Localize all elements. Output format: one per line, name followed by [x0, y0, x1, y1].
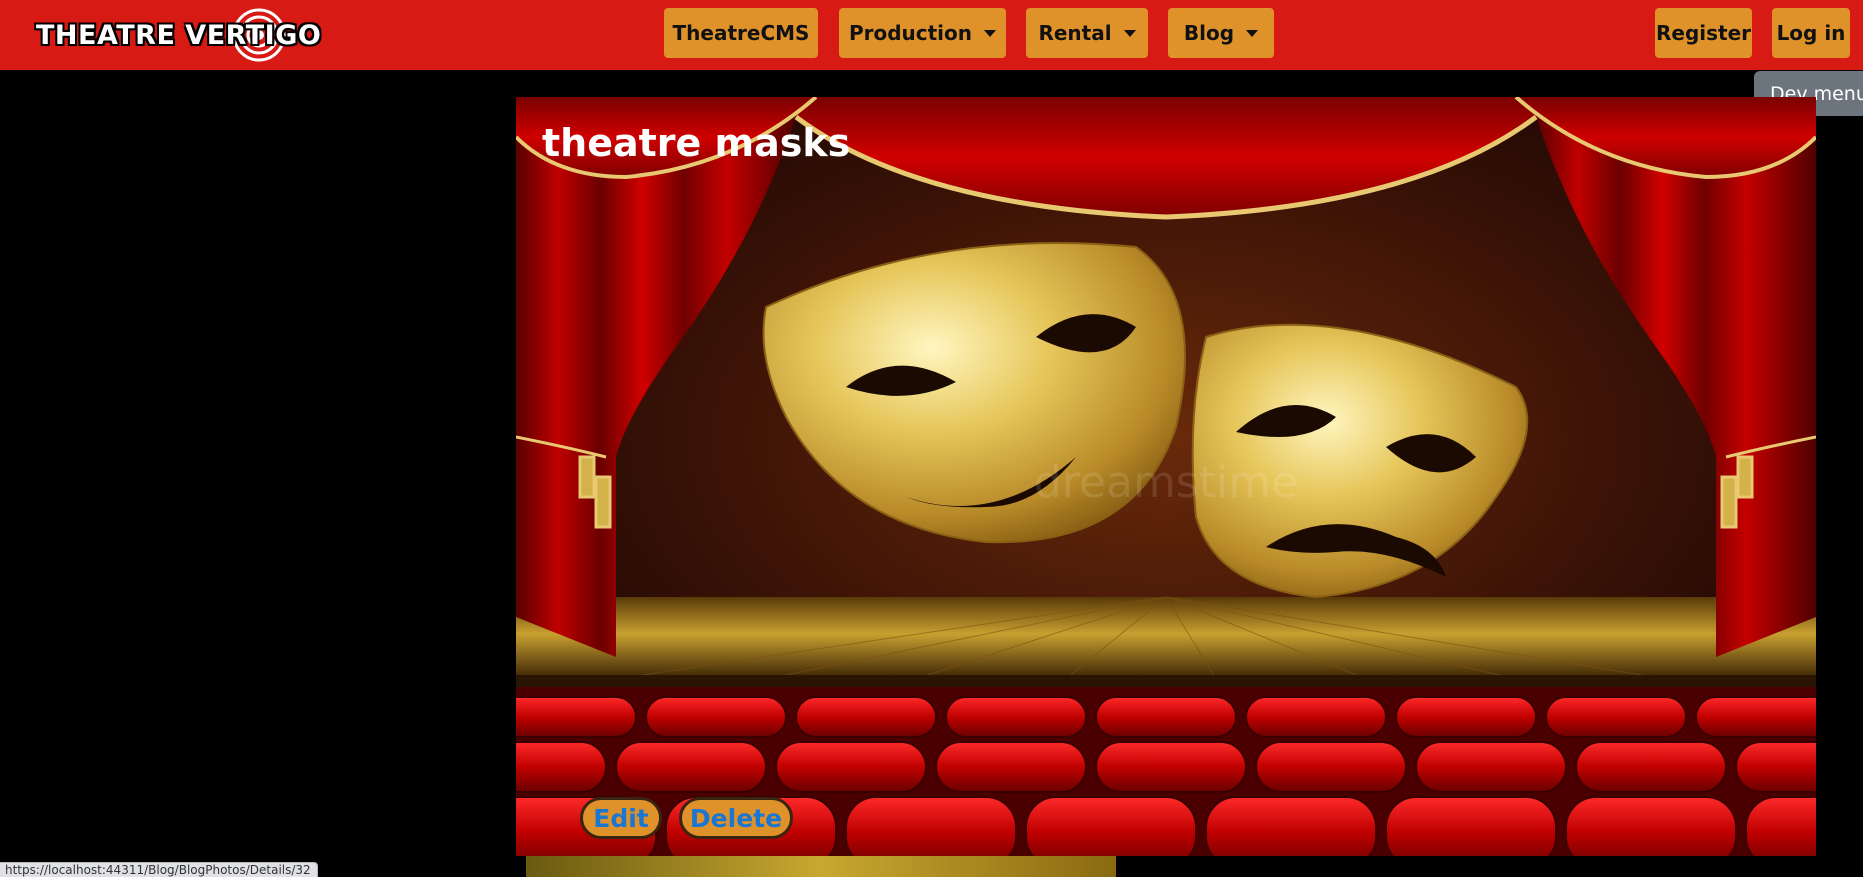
caret-down-icon: [984, 29, 997, 37]
top-navbar: THEATRE VERTIGO TheatreCMS Production Re…: [0, 0, 1863, 70]
register-label: Register: [1655, 21, 1752, 45]
nav-rental-dropdown[interactable]: Rental: [1026, 8, 1148, 58]
nav-rental-label: Rental: [1038, 21, 1112, 45]
brand-logo[interactable]: THEATRE VERTIGO: [36, 8, 321, 62]
watermark-text: dreamstime: [1034, 457, 1298, 508]
register-button[interactable]: Register: [1655, 8, 1752, 58]
login-button[interactable]: Log in: [1772, 8, 1850, 58]
theatre-masks-image: dreamstime: [516, 97, 1816, 856]
edit-button[interactable]: Edit: [580, 797, 662, 839]
nav-blog-dropdown[interactable]: Blog: [1168, 8, 1274, 58]
delete-label: Delete: [689, 803, 783, 833]
nav-theatrecms[interactable]: TheatreCMS: [664, 8, 818, 58]
photo-title: theatre masks: [542, 121, 851, 165]
next-photo-preview: [526, 856, 1116, 877]
browser-status-url: https://localhost:44311/Blog/BlogPhotos/…: [0, 862, 318, 877]
brand-name: THEATRE VERTIGO: [36, 19, 322, 51]
nav-production-label: Production: [848, 21, 973, 45]
nav-theatrecms-label: TheatreCMS: [672, 21, 810, 45]
login-label: Log in: [1776, 21, 1846, 45]
caret-down-icon: [1246, 29, 1259, 37]
caret-down-icon: [1123, 29, 1136, 37]
nav-blog-label: Blog: [1183, 21, 1235, 45]
blog-photo-card: dreamstime theatre masks Edit Delete: [516, 97, 1816, 856]
delete-button[interactable]: Delete: [679, 797, 793, 839]
edit-label: Edit: [593, 803, 649, 833]
nav-production-dropdown[interactable]: Production: [839, 8, 1006, 58]
